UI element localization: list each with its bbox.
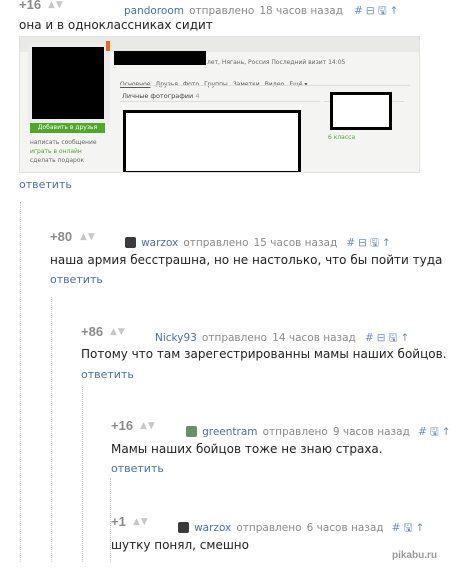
arrow-up-icon[interactable]: ▲ bbox=[48, 0, 56, 10]
hash-icon[interactable]: # bbox=[418, 426, 430, 438]
comment-sent-label: отправлено bbox=[236, 522, 302, 534]
comment-username[interactable]: warzox bbox=[194, 522, 231, 534]
collapse-icon[interactable]: ⊟ bbox=[366, 5, 378, 17]
comment-header: warzox отправлено 6 часов назад #🖫↑ bbox=[178, 516, 427, 538]
comment-text: Потому что там зарегестрированны мамы на… bbox=[81, 347, 447, 361]
hash-icon[interactable]: # bbox=[354, 5, 366, 17]
comment-actions[interactable]: #🖫↑ bbox=[418, 426, 454, 438]
reply-link[interactable]: ответить bbox=[81, 368, 134, 381]
ok-friend-count: 6 класса bbox=[328, 134, 356, 141]
vote-arrows[interactable]: ▲▼ bbox=[80, 232, 96, 242]
ok-location: лет, Нягань, Россия Последний визит 14:0… bbox=[207, 59, 346, 66]
comment-time: 15 часов назад bbox=[253, 237, 338, 249]
arrow-up-icon[interactable]: ▲ bbox=[80, 232, 88, 242]
save-icon[interactable]: 🖫 bbox=[378, 5, 390, 17]
ok-divider bbox=[120, 85, 410, 86]
ok-photos-label: Личные фотографии bbox=[122, 92, 194, 100]
comment-sent-label: отправлено bbox=[201, 332, 268, 344]
redacted-name bbox=[114, 51, 206, 65]
collapse-icon[interactable]: ⊟ bbox=[377, 332, 389, 344]
save-icon[interactable]: 🖫 bbox=[430, 426, 442, 438]
add-friend-button[interactable]: Добавить в друзья bbox=[30, 123, 105, 133]
arrow-down-icon[interactable]: ▼ bbox=[56, 0, 64, 10]
comment-sent-label: отправлено bbox=[183, 237, 249, 249]
hash-icon[interactable]: # bbox=[346, 237, 358, 249]
user-avatar[interactable] bbox=[186, 426, 197, 437]
ok-side-link[interactable]: играть в онлайн bbox=[30, 148, 82, 155]
hash-icon[interactable]: # bbox=[392, 522, 404, 534]
comment-text: Мамы наших бойцов тоже не знаю страха. bbox=[111, 442, 383, 456]
comment-header: warzox отправлено 15 часов назад #⊟🖫↑ bbox=[125, 231, 394, 253]
ok-side-link[interactable]: сделать подарок bbox=[30, 157, 84, 164]
thread-line bbox=[51, 297, 52, 562]
comment-score: +1 bbox=[111, 514, 126, 529]
comment-score: +16 bbox=[19, 0, 42, 12]
comment-time: 14 часов назад bbox=[272, 332, 356, 344]
vote-arrows[interactable]: ▲▼ bbox=[110, 327, 126, 337]
reply-link[interactable]: ответить bbox=[19, 178, 72, 191]
arrow-up-icon[interactable]: ▲ bbox=[110, 327, 118, 337]
reply-link[interactable]: ответить bbox=[50, 273, 103, 286]
arrow-up-icon[interactable]: ▲ bbox=[140, 421, 148, 431]
embedded-screenshot: Добавить в друзья написать сообщение игр… bbox=[19, 36, 420, 173]
comment-actions[interactable]: #🖫↑ bbox=[392, 522, 428, 534]
comment-time: 6 часов назад bbox=[306, 522, 384, 534]
user-avatar[interactable] bbox=[125, 237, 136, 248]
vote-arrows[interactable]: ▲▼ bbox=[133, 517, 149, 527]
ok-tabs[interactable]: Основное Друзья Фото Группы Заметки Виде… bbox=[120, 71, 307, 90]
ok-divider bbox=[120, 101, 320, 102]
comment-text: она и в одноклассниках сидит bbox=[19, 18, 213, 32]
user-avatar[interactable] bbox=[178, 522, 189, 533]
redacted-friend bbox=[330, 92, 392, 130]
hash-icon[interactable]: # bbox=[365, 332, 377, 344]
comment-header: greentram отправлено 9 часов назад #🖫↑ bbox=[186, 420, 454, 442]
redacted-avatar bbox=[32, 47, 104, 119]
comment-sent-label: отправлено bbox=[189, 5, 255, 17]
save-icon[interactable]: 🖫 bbox=[370, 237, 382, 249]
comment-actions[interactable]: #⊟🖫↑ bbox=[346, 237, 393, 249]
arrow-down-icon[interactable]: ▼ bbox=[148, 421, 156, 431]
collapse-icon[interactable]: ⊟ bbox=[358, 237, 370, 249]
comment-actions[interactable]: #⊟🖫↑ bbox=[365, 332, 412, 344]
comment-username[interactable]: greentram bbox=[202, 426, 257, 438]
comment-username[interactable]: Nicky93 bbox=[155, 332, 197, 344]
up-icon[interactable]: ↑ bbox=[442, 426, 454, 438]
save-icon[interactable]: 🖫 bbox=[403, 522, 415, 534]
comment-score: +16 bbox=[111, 418, 134, 433]
arrow-down-icon[interactable]: ▼ bbox=[141, 517, 149, 527]
reply-link[interactable]: ответить bbox=[111, 462, 164, 475]
comment-time: 18 часов назад bbox=[259, 5, 343, 17]
redacted-photo bbox=[123, 110, 301, 172]
comment-text: наша армия бесстрашна, но не настолько, … bbox=[50, 253, 443, 267]
up-icon[interactable]: ↑ bbox=[415, 522, 427, 534]
comment-time: 9 часов назад bbox=[332, 426, 410, 438]
ok-accent bbox=[106, 41, 110, 51]
up-icon[interactable]: ↑ bbox=[382, 237, 394, 249]
vote-arrows[interactable]: ▲▼ bbox=[140, 421, 156, 431]
vote-arrows[interactable]: ▲▼ bbox=[48, 0, 64, 10]
thread-line bbox=[82, 387, 83, 562]
comment-text: шутку понял, смешно bbox=[111, 538, 249, 552]
arrow-down-icon[interactable]: ▼ bbox=[88, 232, 96, 242]
arrow-up-icon[interactable]: ▲ bbox=[133, 517, 141, 527]
arrow-down-icon[interactable]: ▼ bbox=[118, 327, 126, 337]
ok-photos-count: 4 bbox=[195, 92, 200, 100]
comment-actions[interactable]: #⊟🖫↑ bbox=[354, 5, 401, 17]
comment-username[interactable]: pandoroom bbox=[124, 5, 184, 17]
save-icon[interactable]: 🖫 bbox=[389, 332, 401, 344]
comment-score: +80 bbox=[50, 229, 73, 244]
watermark: pikabu.ru bbox=[392, 550, 438, 561]
up-icon[interactable]: ↑ bbox=[400, 332, 412, 344]
comment-header: Nicky93 отправлено 14 часов назад #⊟🖫↑ bbox=[155, 326, 412, 348]
comment-sent-label: отправлено bbox=[262, 426, 328, 438]
ok-side-link[interactable]: написать сообщение bbox=[30, 139, 97, 146]
thread-line bbox=[20, 202, 21, 562]
up-icon[interactable]: ↑ bbox=[390, 5, 402, 17]
ok-photos-heading: Личные фотографии 4 bbox=[122, 92, 199, 100]
comment-username[interactable]: warzox bbox=[141, 237, 178, 249]
comment-score: +86 bbox=[81, 324, 104, 339]
